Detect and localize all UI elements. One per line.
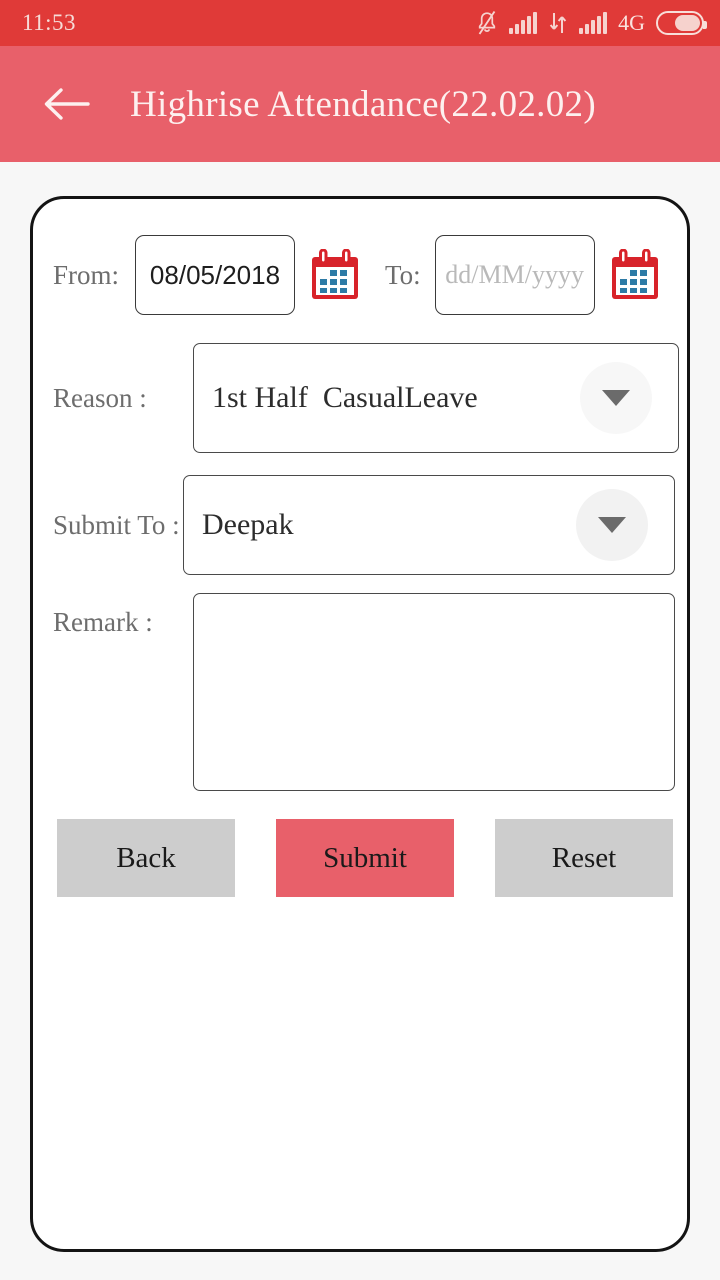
app-bar: Highrise Attendance(22.02.02) [0,46,720,162]
submit-to-label: Submit To : [53,509,180,540]
submit-button[interactable]: Submit [276,819,454,897]
chevron-down-icon-2[interactable] [576,489,648,561]
page-title: Highrise Attendance(22.02.02) [130,83,596,125]
to-label: To: [385,259,421,290]
to-date-input[interactable]: dd/MM/yyyy [434,235,595,315]
attendance-form-card: From: 08/05/2018 To: dd/MM/yyyy Reason:… [30,196,690,1252]
submit-to-row: Submit To : Deepak [33,475,687,575]
reason-selected-value: 1st Half CasualLeave [212,381,478,414]
remark-row: Remark : [33,593,687,791]
status-icons-group: 4G [476,10,707,36]
signal-bars-icon-2 [579,12,608,34]
form-actions: Back Submit Reset [33,819,687,897]
back-button[interactable]: Back [57,819,235,897]
to-date-placeholder: dd/MM/yyyy [445,260,584,289]
signal-bars-icon [509,12,538,34]
submit-to-select[interactable]: Deepak [183,475,675,575]
caret-shape-2 [598,517,626,533]
from-date-value: 08/05/2018 [149,259,281,290]
caret-shape [602,390,630,406]
battery-icon [656,11,707,35]
from-label: From: [53,259,120,290]
network-type-label: 4G [618,10,645,35]
battery-level [675,15,700,31]
remark-label: Remark : [53,607,153,637]
status-time: 11:53 [22,10,77,35]
date-range-row: From: 08/05/2018 To: dd/MM/yyyy [33,235,687,315]
calendar-icon[interactable] [309,248,361,301]
reason-row: Reason : 1st Half CasualLeave [33,343,687,453]
data-transfer-icon [548,11,568,35]
back-arrow-icon[interactable] [28,87,104,121]
chevron-down-icon[interactable] [580,362,652,434]
reset-button[interactable]: Reset [495,819,673,897]
reason-label: Reason : [53,382,147,413]
bell-off-icon [476,10,498,36]
reason-select[interactable]: 1st Half CasualLeave [193,343,679,453]
from-date-input[interactable]: 08/05/2018 [135,235,295,315]
calendar-icon-2[interactable] [609,248,661,301]
remark-textarea[interactable] [193,593,675,791]
submit-to-selected-value: Deepak [202,508,294,541]
status-bar: 11:53 4G [0,0,720,46]
